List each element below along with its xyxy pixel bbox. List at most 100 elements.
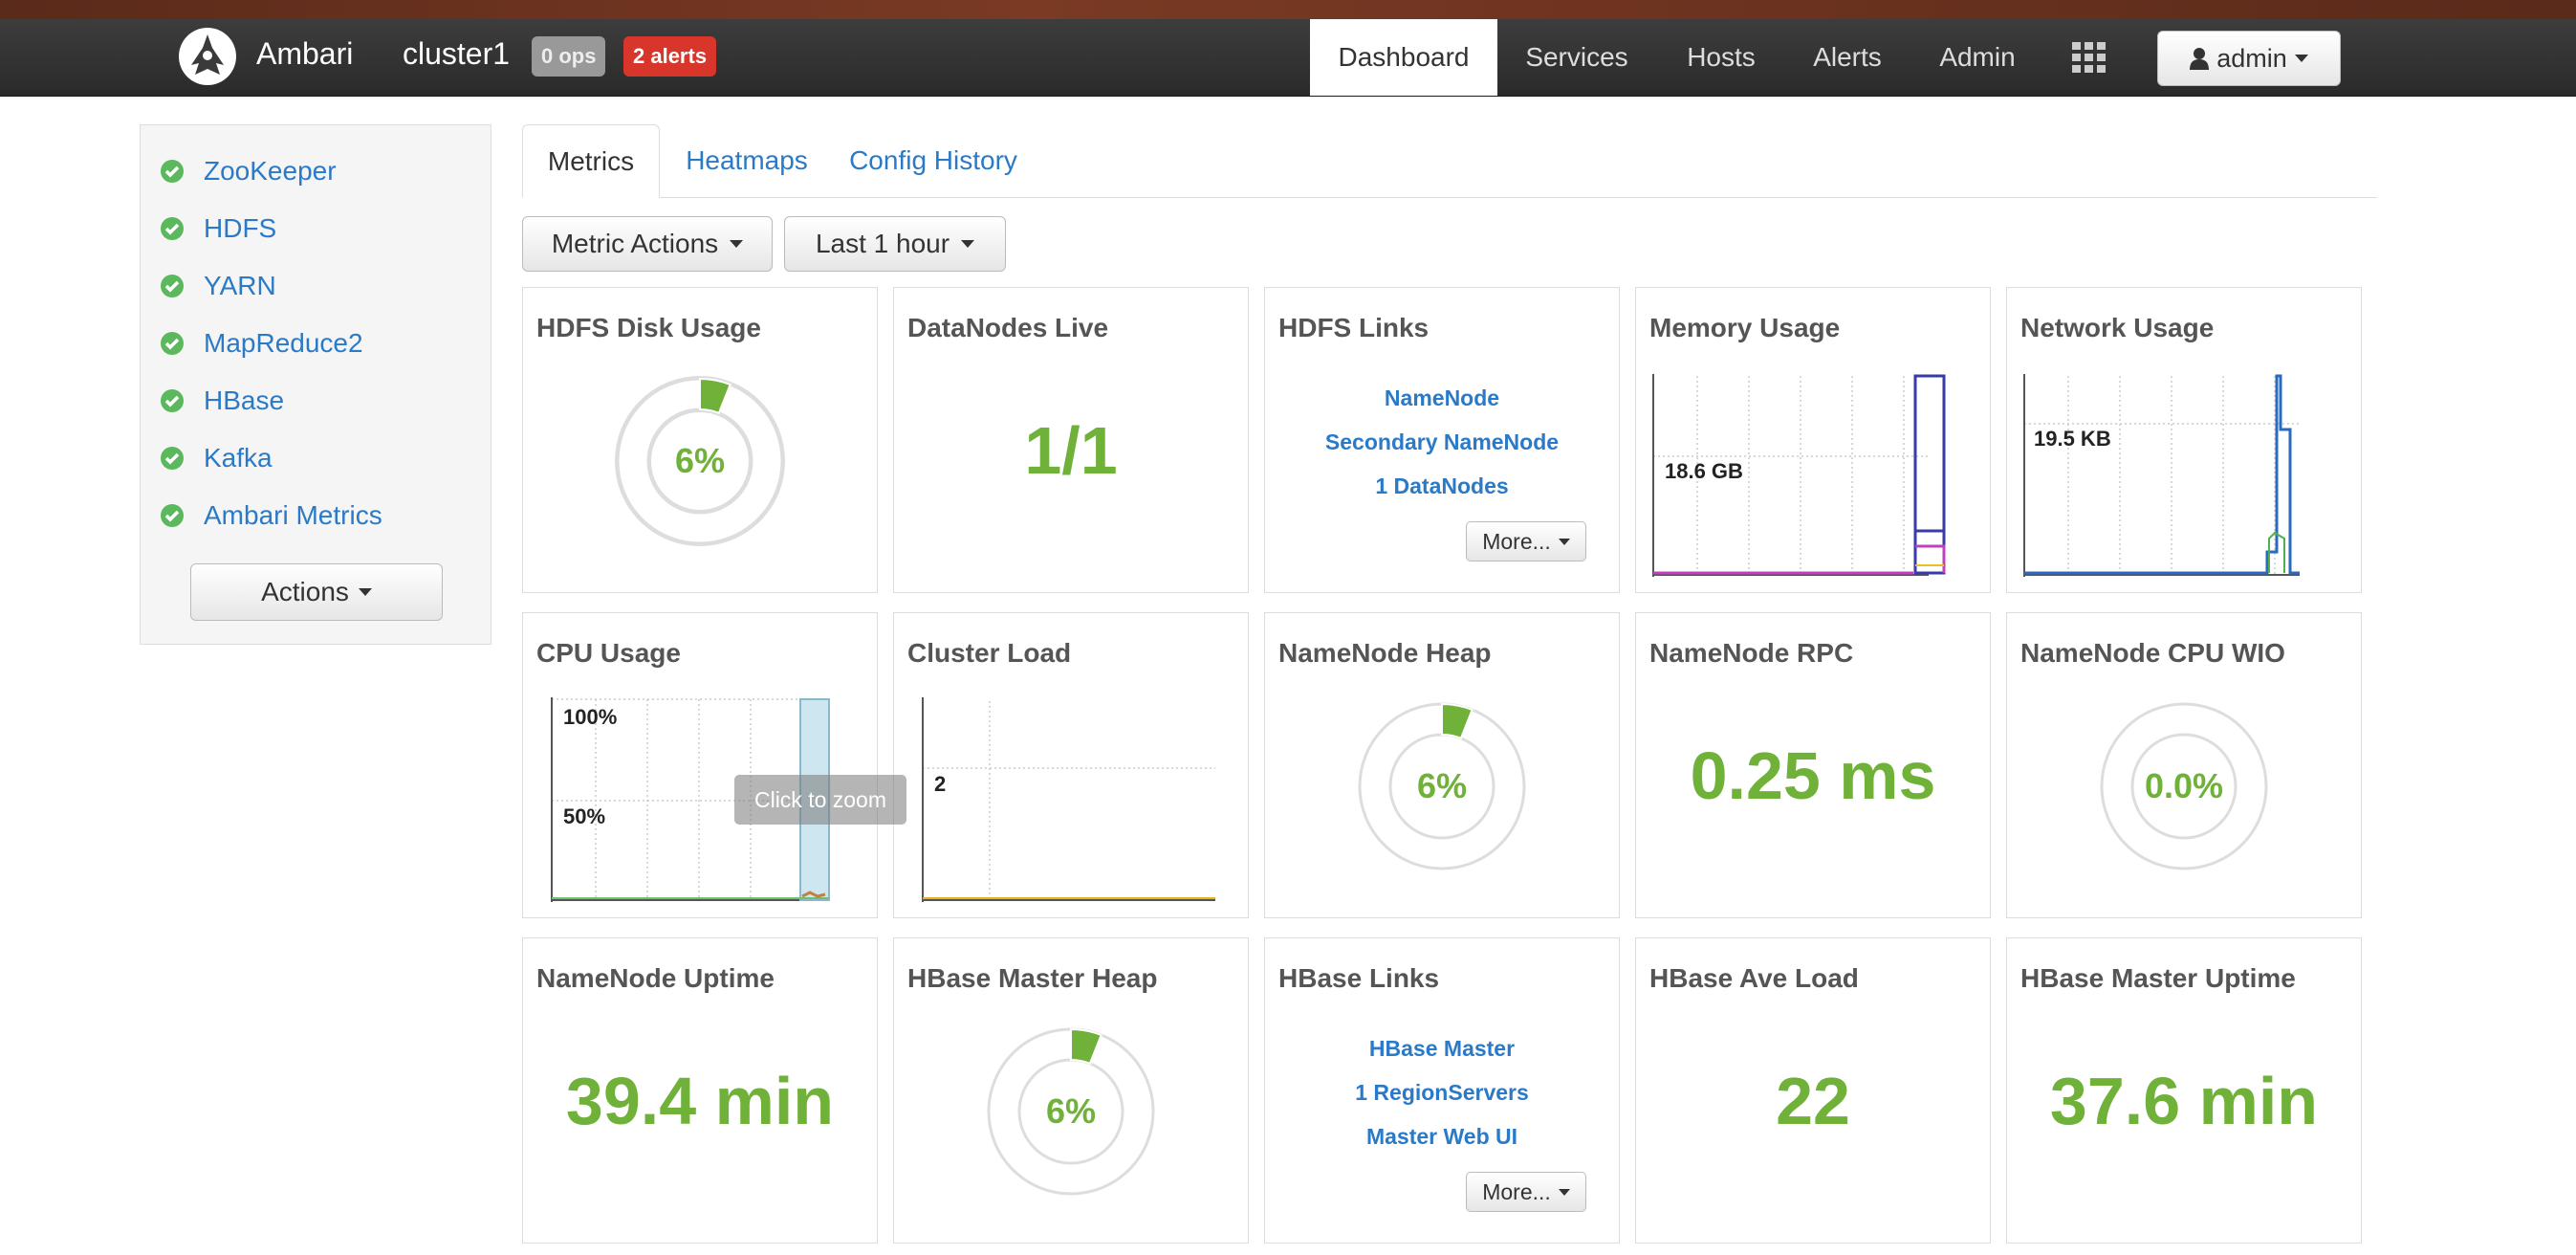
widget-hdfs-disk-usage[interactable]: HDFS Disk Usage 6% bbox=[522, 287, 878, 593]
top-navbar: Ambari cluster1 0 ops 2 alerts Dashboard… bbox=[0, 19, 2576, 97]
sidebar-item-label: HBase bbox=[204, 385, 285, 415]
ambari-logo-icon[interactable] bbox=[178, 27, 237, 86]
link-datanodes[interactable]: 1 DataNodes bbox=[1265, 464, 1619, 508]
sidebar-item-hbase[interactable]: HBase bbox=[160, 382, 284, 420]
network-usage-chart: 19.5 KB bbox=[2023, 374, 2300, 577]
link-hbase-master[interactable]: HBase Master bbox=[1265, 1026, 1619, 1070]
widget-cluster-load[interactable]: Cluster Load 2 bbox=[893, 612, 1249, 918]
chevron-down-icon bbox=[961, 240, 975, 248]
services-sidebar: ZooKeeper HDFS YARN MapReduce2 HBase Kaf… bbox=[140, 124, 491, 645]
link-regionservers[interactable]: 1 RegionServers bbox=[1265, 1070, 1619, 1114]
sidebar-item-yarn[interactable]: YARN bbox=[160, 267, 276, 305]
widget-namenode-heap[interactable]: NameNode Heap 6% bbox=[1264, 612, 1620, 918]
widget-namenode-uptime[interactable]: NameNode Uptime 39.4 min bbox=[522, 937, 878, 1244]
sidebar-item-kafka[interactable]: Kafka bbox=[160, 439, 273, 477]
check-circle-icon bbox=[161, 217, 184, 240]
widget-namenode-cpu-wio[interactable]: NameNode CPU WIO 0.0% bbox=[2006, 612, 2362, 918]
chart-axis-label: 2 bbox=[934, 772, 946, 796]
widget-memory-usage[interactable]: Memory Usage 18.6 GB bbox=[1635, 287, 1991, 593]
sidebar-item-label: Kafka bbox=[204, 443, 273, 473]
widget-namenode-rpc[interactable]: NameNode RPC 0.25 ms bbox=[1635, 612, 1991, 918]
sidebar-item-ambari-metrics[interactable]: Ambari Metrics bbox=[160, 496, 382, 535]
widget-title: HDFS Disk Usage bbox=[536, 313, 761, 342]
sidebar-item-label: YARN bbox=[204, 271, 276, 300]
grid-icon[interactable] bbox=[2072, 42, 2107, 73]
user-menu-button[interactable]: admin bbox=[2157, 31, 2341, 86]
chart-axis-label: 19.5 KB bbox=[2034, 427, 2111, 451]
widget-title: NameNode Heap bbox=[1278, 638, 1492, 668]
check-circle-icon bbox=[161, 389, 184, 412]
chevron-down-icon bbox=[730, 240, 744, 248]
cpu-usage-chart: 100% 50% bbox=[551, 697, 830, 902]
check-circle-icon bbox=[161, 504, 184, 527]
memory-usage-chart: 18.6 GB bbox=[1652, 374, 1946, 577]
widget-title: HBase Master Uptime bbox=[2020, 963, 2296, 993]
widget-datanodes-live[interactable]: DataNodes Live 1/1 bbox=[893, 287, 1249, 593]
metric-actions-label: Metric Actions bbox=[551, 229, 719, 258]
widget-hbase-ave-load[interactable]: HBase Ave Load 22 bbox=[1635, 937, 1991, 1244]
widget-value: 6% bbox=[1416, 766, 1468, 805]
widget-value: 0.0% bbox=[2144, 766, 2224, 805]
widget-hdfs-links: HDFS Links NameNode Secondary NameNode 1… bbox=[1264, 287, 1620, 593]
time-range-label: Last 1 hour bbox=[815, 229, 950, 258]
check-circle-icon bbox=[161, 275, 184, 297]
more-button[interactable]: More... bbox=[1466, 1172, 1586, 1212]
widget-cpu-usage[interactable]: CPU Usage 100% 50% bbox=[522, 612, 878, 918]
actions-button[interactable]: Actions bbox=[190, 563, 443, 621]
check-circle-icon bbox=[161, 447, 184, 470]
chevron-down-icon bbox=[1558, 538, 1570, 545]
link-namenode[interactable]: NameNode bbox=[1265, 376, 1619, 420]
cluster-name[interactable]: cluster1 bbox=[403, 36, 510, 72]
widget-value: 39.4 min bbox=[565, 1064, 835, 1138]
link-secondary-namenode[interactable]: Secondary NameNode bbox=[1265, 420, 1619, 464]
check-circle-icon bbox=[161, 160, 184, 183]
user-icon bbox=[2190, 48, 2210, 70]
more-label: More... bbox=[1482, 1178, 1551, 1204]
nav-dashboard[interactable]: Dashboard bbox=[1310, 19, 1497, 96]
tab-heatmaps[interactable]: Heatmaps bbox=[675, 124, 819, 197]
actions-label: Actions bbox=[261, 577, 349, 606]
widget-hbase-master-heap[interactable]: HBase Master Heap 6% bbox=[893, 937, 1249, 1244]
sidebar-item-label: HDFS bbox=[204, 213, 277, 243]
sidebar-item-mapreduce2[interactable]: MapReduce2 bbox=[160, 324, 363, 363]
sidebar-item-hdfs[interactable]: HDFS bbox=[160, 209, 276, 248]
chart-axis-label: 100% bbox=[563, 705, 617, 729]
chevron-down-icon bbox=[2294, 55, 2308, 62]
alerts-badge[interactable]: 2 alerts bbox=[623, 36, 717, 77]
time-range-dropdown[interactable]: Last 1 hour bbox=[784, 216, 1006, 272]
chevron-down-icon bbox=[1558, 1188, 1570, 1196]
widget-value: 0.25 ms bbox=[1690, 738, 1936, 813]
metric-actions-dropdown[interactable]: Metric Actions bbox=[522, 216, 773, 272]
chevron-down-icon bbox=[358, 588, 372, 596]
widget-title: DataNodes Live bbox=[907, 313, 1109, 342]
tab-metrics[interactable]: Metrics bbox=[522, 124, 660, 198]
brand-name[interactable]: Ambari bbox=[256, 36, 353, 72]
link-master-web-ui[interactable]: Master Web UI bbox=[1265, 1114, 1619, 1158]
dashboard-tabs: Metrics Heatmaps Config History bbox=[522, 124, 2377, 198]
widget-title: HBase Links bbox=[1278, 963, 1440, 993]
cluster-load-chart: 2 bbox=[922, 697, 1215, 902]
nav-hosts[interactable]: Hosts bbox=[1671, 19, 1771, 96]
widget-hbase-master-uptime[interactable]: HBase Master Uptime 37.6 min bbox=[2006, 937, 2362, 1244]
nav-services[interactable]: Services bbox=[1515, 19, 1639, 96]
ops-badge[interactable]: 0 ops bbox=[532, 36, 606, 77]
widget-network-usage[interactable]: Network Usage 19.5 KB bbox=[2006, 287, 2362, 593]
chart-axis-label: 18.6 GB bbox=[1665, 459, 1743, 483]
nav-admin[interactable]: Admin bbox=[1926, 19, 2029, 96]
sidebar-item-label: Ambari Metrics bbox=[204, 500, 382, 530]
sidebar-item-label: MapReduce2 bbox=[204, 328, 363, 358]
more-label: More... bbox=[1482, 528, 1551, 554]
widget-title: NameNode Uptime bbox=[536, 963, 775, 993]
widget-title: NameNode RPC bbox=[1649, 638, 1854, 668]
widget-title: HDFS Links bbox=[1278, 313, 1430, 342]
nav-alerts[interactable]: Alerts bbox=[1801, 19, 1893, 96]
widget-value: 37.6 min bbox=[2049, 1064, 2319, 1138]
more-button[interactable]: More... bbox=[1466, 521, 1586, 561]
tab-config-history[interactable]: Config History bbox=[838, 124, 1029, 197]
user-name: admin bbox=[2216, 43, 2287, 73]
widget-title: HBase Master Heap bbox=[907, 963, 1158, 993]
sidebar-item-label: ZooKeeper bbox=[204, 156, 337, 186]
sidebar-item-zookeeper[interactable]: ZooKeeper bbox=[160, 152, 337, 190]
widget-value: 22 bbox=[1776, 1064, 1850, 1138]
widget-value: 6% bbox=[674, 441, 726, 480]
